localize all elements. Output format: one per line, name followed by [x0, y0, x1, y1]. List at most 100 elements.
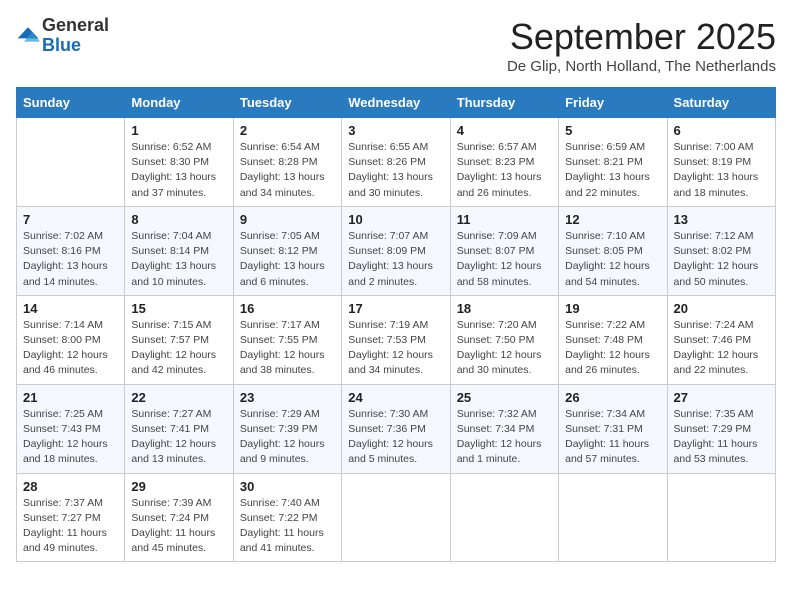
day-info: Sunrise: 7:25 AMSunset: 7:43 PMDaylight:… [23, 407, 118, 468]
table-row: 13 Sunrise: 7:12 AMSunset: 8:02 PMDayligh… [667, 206, 775, 295]
table-row: 25 Sunrise: 7:32 AMSunset: 7:34 PMDayligh… [450, 384, 558, 473]
table-row [667, 473, 775, 562]
table-row: 19Sunrise: 7:22 AMSunset: 7:48 PMDayligh… [559, 295, 667, 384]
day-info: Sunrise: 7:14 AMSunset: 8:00 PMDaylight:… [23, 318, 118, 379]
table-row: 17 Sunrise: 7:19 AMSunset: 7:53 PMDayligh… [342, 295, 450, 384]
day-number: 5 [565, 123, 660, 138]
logo-icon [16, 24, 40, 48]
day-number: 7 [23, 212, 118, 227]
day-info: Sunrise: 7:00 AMSunset: 8:19 PMDaylight:… [674, 140, 769, 201]
day-info: Sunrise: 7:04 AMSunset: 8:14 PMDaylight:… [131, 229, 226, 290]
calendar-week-row: 28 Sunrise: 7:37 AMSunset: 7:27 PMDayligh… [17, 473, 776, 562]
day-number: 6 [674, 123, 769, 138]
day-number: 18 [457, 301, 552, 316]
day-info: Sunrise: 7:34 AMSunset: 7:31 PMDaylight:… [565, 407, 660, 468]
logo-general: General [42, 16, 109, 36]
calendar-week-row: 1 Sunrise: 6:52 AMSunset: 8:30 PMDaylight… [17, 118, 776, 207]
day-info: Sunrise: 7:10 AMSunset: 8:05 PMDaylight:… [565, 229, 660, 290]
day-info: Sunrise: 7:27 AMSunset: 7:41 PMDaylight:… [131, 407, 226, 468]
table-row: 21 Sunrise: 7:25 AMSunset: 7:43 PMDayligh… [17, 384, 125, 473]
day-number: 12 [565, 212, 660, 227]
day-info: Sunrise: 7:24 AMSunset: 7:46 PMDaylight:… [674, 318, 769, 379]
day-info: Sunrise: 7:37 AMSunset: 7:27 PMDaylight:… [23, 496, 118, 557]
day-number: 24 [348, 390, 443, 405]
day-number: 28 [23, 479, 118, 494]
table-row: 18Sunrise: 7:20 AMSunset: 7:50 PMDayligh… [450, 295, 558, 384]
day-number: 23 [240, 390, 335, 405]
table-row [450, 473, 558, 562]
col-thursday: Thursday [450, 88, 558, 118]
table-row: 24 Sunrise: 7:30 AMSunset: 7:36 PMDayligh… [342, 384, 450, 473]
table-row: 20 Sunrise: 7:24 AMSunset: 7:46 PMDayligh… [667, 295, 775, 384]
table-row: 14 Sunrise: 7:14 AMSunset: 8:00 PMDayligh… [17, 295, 125, 384]
table-row: 8 Sunrise: 7:04 AMSunset: 8:14 PMDaylight… [125, 206, 233, 295]
title-area: September 2025 De Glip, North Holland, T… [507, 16, 776, 75]
table-row: 9 Sunrise: 7:05 AMSunset: 8:12 PMDaylight… [233, 206, 341, 295]
day-info: Sunrise: 7:39 AMSunset: 7:24 PMDaylight:… [131, 496, 226, 557]
table-row: 7 Sunrise: 7:02 AMSunset: 8:16 PMDaylight… [17, 206, 125, 295]
day-number: 20 [674, 301, 769, 316]
day-info: Sunrise: 7:07 AMSunset: 8:09 PMDaylight:… [348, 229, 443, 290]
calendar-week-row: 21 Sunrise: 7:25 AMSunset: 7:43 PMDayligh… [17, 384, 776, 473]
day-info: Sunrise: 6:57 AMSunset: 8:23 PMDaylight:… [457, 140, 552, 201]
day-number: 11 [457, 212, 552, 227]
day-info: Sunrise: 7:19 AMSunset: 7:53 PMDaylight:… [348, 318, 443, 379]
logo-blue: Blue [42, 36, 109, 56]
location-subtitle: De Glip, North Holland, The Netherlands [507, 58, 776, 75]
col-monday: Monday [125, 88, 233, 118]
day-info: Sunrise: 7:15 AMSunset: 7:57 PMDaylight:… [131, 318, 226, 379]
day-info: Sunrise: 6:54 AMSunset: 8:28 PMDaylight:… [240, 140, 335, 201]
day-number: 30 [240, 479, 335, 494]
day-number: 21 [23, 390, 118, 405]
table-row: 4 Sunrise: 6:57 AMSunset: 8:23 PMDaylight… [450, 118, 558, 207]
day-number: 9 [240, 212, 335, 227]
calendar-header-row: Sunday Monday Tuesday Wednesday Thursday… [17, 88, 776, 118]
header: General Blue September 2025 De Glip, Nor… [16, 16, 776, 75]
month-title: September 2025 [507, 16, 776, 58]
day-info: Sunrise: 7:40 AMSunset: 7:22 PMDaylight:… [240, 496, 335, 557]
day-number: 25 [457, 390, 552, 405]
day-info: Sunrise: 7:29 AMSunset: 7:39 PMDaylight:… [240, 407, 335, 468]
day-number: 8 [131, 212, 226, 227]
day-info: Sunrise: 7:32 AMSunset: 7:34 PMDaylight:… [457, 407, 552, 468]
logo: General Blue [16, 16, 109, 56]
table-row: 11 Sunrise: 7:09 AMSunset: 8:07 PMDayligh… [450, 206, 558, 295]
table-row [17, 118, 125, 207]
day-number: 13 [674, 212, 769, 227]
col-sunday: Sunday [17, 88, 125, 118]
day-info: Sunrise: 7:12 AMSunset: 8:02 PMDaylight:… [674, 229, 769, 290]
table-row: 30 Sunrise: 7:40 AMSunset: 7:22 PMDayligh… [233, 473, 341, 562]
col-saturday: Saturday [667, 88, 775, 118]
day-info: Sunrise: 7:30 AMSunset: 7:36 PMDaylight:… [348, 407, 443, 468]
day-info: Sunrise: 6:59 AMSunset: 8:21 PMDaylight:… [565, 140, 660, 201]
day-number: 29 [131, 479, 226, 494]
day-number: 22 [131, 390, 226, 405]
table-row: 29 Sunrise: 7:39 AMSunset: 7:24 PMDayligh… [125, 473, 233, 562]
table-row: 15Sunrise: 7:15 AMSunset: 7:57 PMDayligh… [125, 295, 233, 384]
day-info: Sunrise: 7:35 AMSunset: 7:29 PMDaylight:… [674, 407, 769, 468]
day-number: 14 [23, 301, 118, 316]
day-number: 26 [565, 390, 660, 405]
day-info: Sunrise: 6:52 AMSunset: 8:30 PMDaylight:… [131, 140, 226, 201]
day-number: 17 [348, 301, 443, 316]
calendar-table: Sunday Monday Tuesday Wednesday Thursday… [16, 87, 776, 562]
table-row [559, 473, 667, 562]
col-tuesday: Tuesday [233, 88, 341, 118]
table-row: 16Sunrise: 7:17 AMSunset: 7:55 PMDayligh… [233, 295, 341, 384]
day-info: Sunrise: 7:02 AMSunset: 8:16 PMDaylight:… [23, 229, 118, 290]
table-row [342, 473, 450, 562]
calendar-week-row: 7 Sunrise: 7:02 AMSunset: 8:16 PMDaylight… [17, 206, 776, 295]
table-row: 2Sunrise: 6:54 AMSunset: 8:28 PMDaylight… [233, 118, 341, 207]
day-info: Sunrise: 6:55 AMSunset: 8:26 PMDaylight:… [348, 140, 443, 201]
day-number: 27 [674, 390, 769, 405]
day-info: Sunrise: 7:17 AMSunset: 7:55 PMDaylight:… [240, 318, 335, 379]
table-row: 22 Sunrise: 7:27 AMSunset: 7:41 PMDayligh… [125, 384, 233, 473]
table-row: 28 Sunrise: 7:37 AMSunset: 7:27 PMDayligh… [17, 473, 125, 562]
day-info: Sunrise: 7:09 AMSunset: 8:07 PMDaylight:… [457, 229, 552, 290]
table-row: 3Sunrise: 6:55 AMSunset: 8:26 PMDaylight… [342, 118, 450, 207]
table-row: 23 Sunrise: 7:29 AMSunset: 7:39 PMDayligh… [233, 384, 341, 473]
day-number: 1 [131, 123, 226, 138]
day-number: 4 [457, 123, 552, 138]
table-row: 26 Sunrise: 7:34 AMSunset: 7:31 PMDayligh… [559, 384, 667, 473]
day-info: Sunrise: 7:05 AMSunset: 8:12 PMDaylight:… [240, 229, 335, 290]
